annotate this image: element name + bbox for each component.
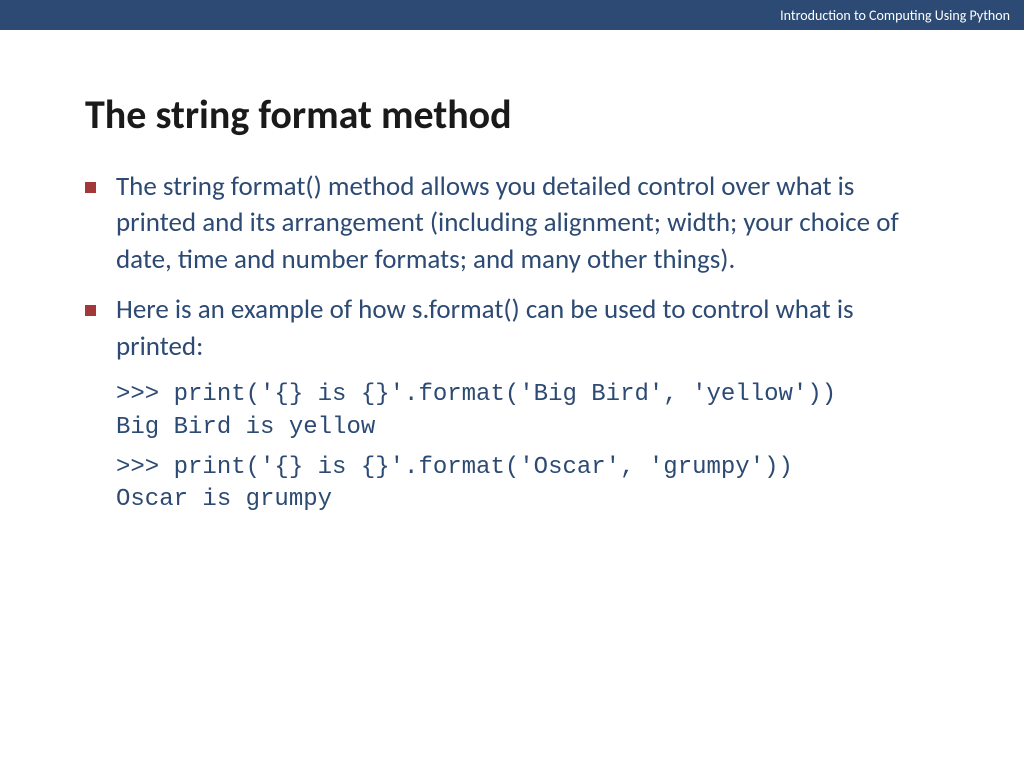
bullet-item: Here is an example of how s.format() can…	[85, 292, 939, 365]
bullet-text: Here is an example of how s.format() can…	[116, 292, 939, 365]
code-group: >>> print('{} is {}'.format('Oscar', 'gr…	[116, 452, 939, 517]
course-title: Introduction to Computing Using Python	[780, 7, 1010, 24]
square-bullet-icon	[85, 305, 96, 316]
code-line: >>> print('{} is {}'.format('Oscar', 'gr…	[116, 452, 939, 484]
slide-content: The string format method The string form…	[0, 30, 1024, 517]
code-group: >>> print('{} is {}'.format('Big Bird', …	[116, 379, 939, 444]
bullet-list: The string format() method allows you de…	[85, 169, 939, 365]
code-line: Big Bird is yellow	[116, 412, 939, 444]
code-block: >>> print('{} is {}'.format('Big Bird', …	[116, 379, 939, 517]
square-bullet-icon	[85, 182, 96, 193]
code-line: >>> print('{} is {}'.format('Big Bird', …	[116, 379, 939, 411]
bullet-item: The string format() method allows you de…	[85, 169, 939, 278]
bullet-text: The string format() method allows you de…	[116, 169, 939, 278]
slide-title: The string format method	[85, 90, 939, 139]
code-line: Oscar is grumpy	[116, 484, 939, 516]
header-bar: Introduction to Computing Using Python	[0, 0, 1024, 30]
